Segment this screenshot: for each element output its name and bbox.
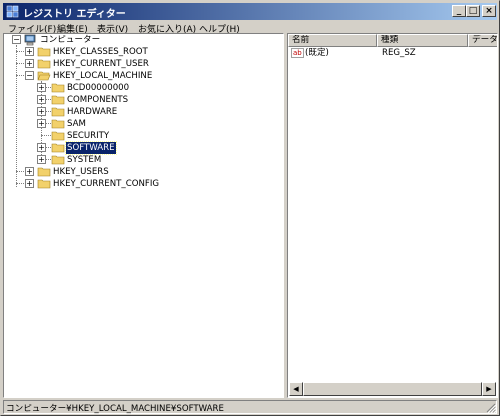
column-header-type[interactable]: 種類 bbox=[377, 34, 468, 47]
resize-grip-icon[interactable] bbox=[484, 401, 496, 413]
folder-icon bbox=[51, 143, 65, 153]
folder-icon bbox=[51, 107, 65, 117]
expand-plus-icon[interactable]: + bbox=[37, 143, 46, 152]
column-header-name[interactable]: 名前 bbox=[288, 34, 377, 47]
expand-plus-icon[interactable]: + bbox=[37, 155, 46, 164]
folder-icon bbox=[51, 155, 65, 165]
string-value-icon: ab bbox=[291, 48, 304, 58]
computer-icon bbox=[24, 34, 36, 46]
status-path: コンピューター¥HKEY_LOCAL_MACHINE¥SOFTWARE bbox=[6, 404, 224, 414]
value-name: (既定) bbox=[305, 48, 329, 58]
expand-plus-icon[interactable]: + bbox=[25, 179, 34, 188]
registry-editor-window: レジストリ エディター _ □ × ファイル(F) 編集(E) 表示(V) お気… bbox=[0, 0, 500, 416]
tree-line bbox=[41, 135, 51, 136]
minimize-button[interactable]: _ bbox=[452, 5, 466, 17]
scroll-right-icon[interactable]: ▶ bbox=[482, 382, 496, 396]
expand-plus-icon[interactable]: + bbox=[37, 83, 46, 92]
tree-line bbox=[16, 45, 17, 187]
folder-icon bbox=[51, 95, 65, 105]
title-bar[interactable]: レジストリ エディター _ □ × bbox=[3, 3, 497, 20]
values-list-pane[interactable]: 名前 種類 データ ab (既定) REG_SZ ◀ ▶ bbox=[287, 33, 498, 398]
folder-icon bbox=[51, 131, 65, 141]
key-tree-pane[interactable]: − コンピューター + HKEY_CLASSES_ROOT + HKEY_CUR… bbox=[3, 33, 284, 398]
maximize-button[interactable]: □ bbox=[466, 5, 480, 17]
collapse-minus-icon[interactable]: − bbox=[25, 71, 34, 80]
list-row[interactable]: ab (既定) REG_SZ bbox=[288, 47, 497, 59]
expand-plus-icon[interactable]: + bbox=[37, 107, 46, 116]
folder-icon bbox=[51, 83, 65, 93]
column-header-data[interactable]: データ bbox=[468, 34, 497, 47]
status-bar: コンピューター¥HKEY_LOCAL_MACHINE¥SOFTWARE bbox=[3, 400, 497, 414]
folder-icon bbox=[37, 59, 51, 69]
close-button[interactable]: × bbox=[482, 5, 496, 17]
expand-plus-icon[interactable]: + bbox=[25, 59, 34, 68]
scroll-left-icon[interactable]: ◀ bbox=[289, 382, 303, 396]
regedit-icon bbox=[6, 5, 19, 18]
folder-icon bbox=[37, 47, 51, 57]
value-type: REG_SZ bbox=[382, 48, 416, 58]
folder-icon bbox=[37, 167, 51, 177]
folder-icon bbox=[37, 179, 51, 189]
folder-open-icon bbox=[37, 71, 51, 81]
horizontal-scrollbar[interactable]: ◀ ▶ bbox=[289, 382, 496, 396]
folder-icon bbox=[51, 119, 65, 129]
scrollbar-thumb[interactable] bbox=[303, 382, 482, 396]
window-title: レジストリ エディター bbox=[23, 9, 126, 20]
expand-plus-icon[interactable]: + bbox=[37, 119, 46, 128]
expand-plus-icon[interactable]: + bbox=[25, 167, 34, 176]
collapse-minus-icon[interactable]: − bbox=[12, 35, 21, 44]
expand-plus-icon[interactable]: + bbox=[37, 95, 46, 104]
expand-plus-icon[interactable]: + bbox=[25, 47, 34, 56]
